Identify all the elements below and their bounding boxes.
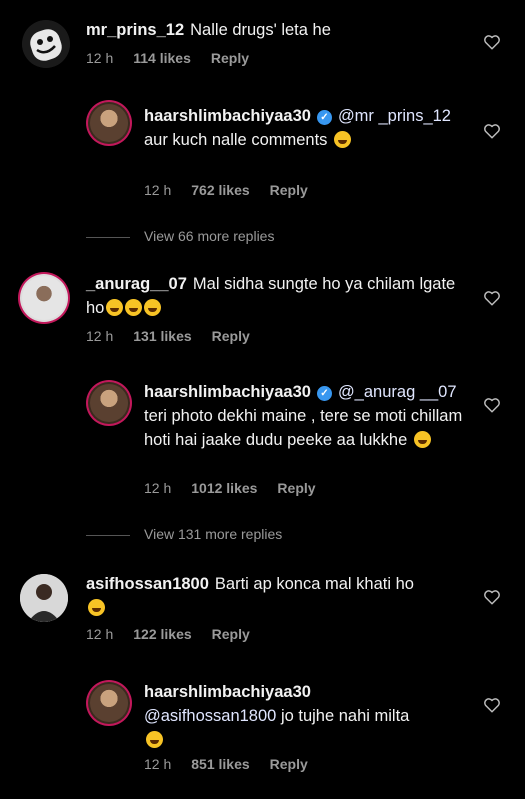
comment-text: Barti ap konca mal khati ho xyxy=(214,575,414,593)
mention-link[interactable]: @mr _prins_12 xyxy=(338,107,451,125)
comment-meta: 12 h 851 likes Reply xyxy=(144,756,328,772)
laughing-emoji-icon xyxy=(144,299,162,316)
verified-badge-icon: ✓ xyxy=(316,110,332,125)
comment-username[interactable]: _anurag__07 xyxy=(86,275,187,293)
heart-icon[interactable] xyxy=(483,122,501,140)
comment-body: haarshlimbachiyaa30 ✓ @_anurag __07 teri p… xyxy=(144,380,464,452)
comment-time: 12 h xyxy=(144,756,172,772)
likes-count[interactable]: 1012 likes xyxy=(191,480,257,496)
mention-link[interactable]: @_anurag __07 xyxy=(338,383,457,401)
heart-icon[interactable] xyxy=(483,396,501,414)
reply-item: haarshlimbachiyaa30 ✓ @_anurag __07 teri p… xyxy=(0,372,525,512)
comment-meta: 12 h 762 likes Reply xyxy=(144,182,328,198)
likes-count[interactable]: 762 likes xyxy=(191,182,249,198)
reply-button[interactable]: Reply xyxy=(211,50,249,66)
comment-body: _anurag__07 Mal sidha sungte ho ya chilam… xyxy=(86,272,466,320)
comment-username[interactable]: haarshlimbachiyaa30 xyxy=(144,107,311,125)
mention-link[interactable]: @asifhossan1800 xyxy=(144,707,276,725)
comment-time: 12 h xyxy=(144,182,172,198)
comment-body: haarshlimbachiyaa30 @asifhossan1800 jo tu… xyxy=(144,680,464,752)
comment-username[interactable]: haarshlimbachiyaa30 xyxy=(144,383,311,401)
comment-meta: 12 h 131 likes Reply xyxy=(86,328,270,344)
comment-item: asifhossan1800 Barti ap konca mal khati h… xyxy=(0,562,525,662)
laughing-emoji-icon xyxy=(88,599,105,616)
laughing-emoji-icon xyxy=(146,731,163,748)
likes-count[interactable]: 851 likes xyxy=(191,756,249,772)
heart-icon[interactable] xyxy=(483,588,501,606)
likes-count[interactable]: 114 likes xyxy=(133,50,191,66)
comment-item: mr_prins_12 Nalle drugs' leta he 12 h 114 … xyxy=(0,0,525,90)
comment-username[interactable]: haarshlimbachiyaa30 xyxy=(144,683,311,701)
laughing-emoji-icon xyxy=(106,299,124,316)
comment-username[interactable]: mr_prins_12 xyxy=(86,21,184,39)
avatar[interactable] xyxy=(22,20,70,68)
comment-meta: 12 h 1012 likes Reply xyxy=(144,480,336,496)
comment-meta: 12 h 122 likes Reply xyxy=(86,626,270,642)
heart-icon[interactable] xyxy=(483,33,501,51)
comment-time: 12 h xyxy=(86,626,114,642)
heart-icon[interactable] xyxy=(483,289,501,307)
verified-badge-icon: ✓ xyxy=(316,386,332,401)
laughing-emoji-icon xyxy=(413,431,431,448)
reply-button[interactable]: Reply xyxy=(212,328,250,344)
comment-text: jo tujhe nahi milta xyxy=(280,707,410,725)
comment-username[interactable]: asifhossan1800 xyxy=(86,575,209,593)
avatar[interactable] xyxy=(20,574,68,622)
comment-body: mr_prins_12 Nalle drugs' leta he xyxy=(86,18,466,42)
likes-count[interactable]: 122 likes xyxy=(133,626,191,642)
likes-count[interactable]: 131 likes xyxy=(133,328,191,344)
reply-item: haarshlimbachiyaa30 ✓ @mr _prins_12 aur ku… xyxy=(0,90,525,210)
comment-meta: 12 h 114 likes Reply xyxy=(86,50,269,66)
comment-time: 12 h xyxy=(86,328,114,344)
heart-icon[interactable] xyxy=(483,696,501,714)
comment-body: haarshlimbachiyaa30 ✓ @mr _prins_12 aur ku… xyxy=(144,104,459,152)
reply-button[interactable]: Reply xyxy=(277,480,315,496)
comment-text: aur kuch nalle comments xyxy=(144,131,328,149)
laughing-emoji-icon xyxy=(334,131,352,148)
reply-item: haarshlimbachiyaa30 @asifhossan1800 jo tu… xyxy=(0,672,525,792)
laughing-emoji-icon xyxy=(125,299,143,316)
avatar[interactable] xyxy=(88,682,130,724)
reply-button[interactable]: Reply xyxy=(270,756,308,772)
view-more-replies-button[interactable]: View 66 more replies xyxy=(86,228,274,244)
marshmello-mask-icon xyxy=(22,20,70,68)
comment-text: Nalle drugs' leta he xyxy=(190,21,331,39)
avatar[interactable] xyxy=(88,382,130,424)
reply-button[interactable]: Reply xyxy=(270,182,308,198)
comment-time: 12 h xyxy=(144,480,172,496)
person-photo-icon xyxy=(20,574,68,622)
reply-button[interactable]: Reply xyxy=(212,626,250,642)
avatar[interactable] xyxy=(88,102,130,144)
comment-time: 12 h xyxy=(86,50,114,66)
view-more-replies-button[interactable]: View 131 more replies xyxy=(86,526,282,542)
avatar[interactable] xyxy=(20,274,68,322)
comment-body: asifhossan1800 Barti ap konca mal khati h… xyxy=(86,572,466,620)
comment-item: _anurag__07 Mal sidha sungte ho ya chilam… xyxy=(0,262,525,360)
